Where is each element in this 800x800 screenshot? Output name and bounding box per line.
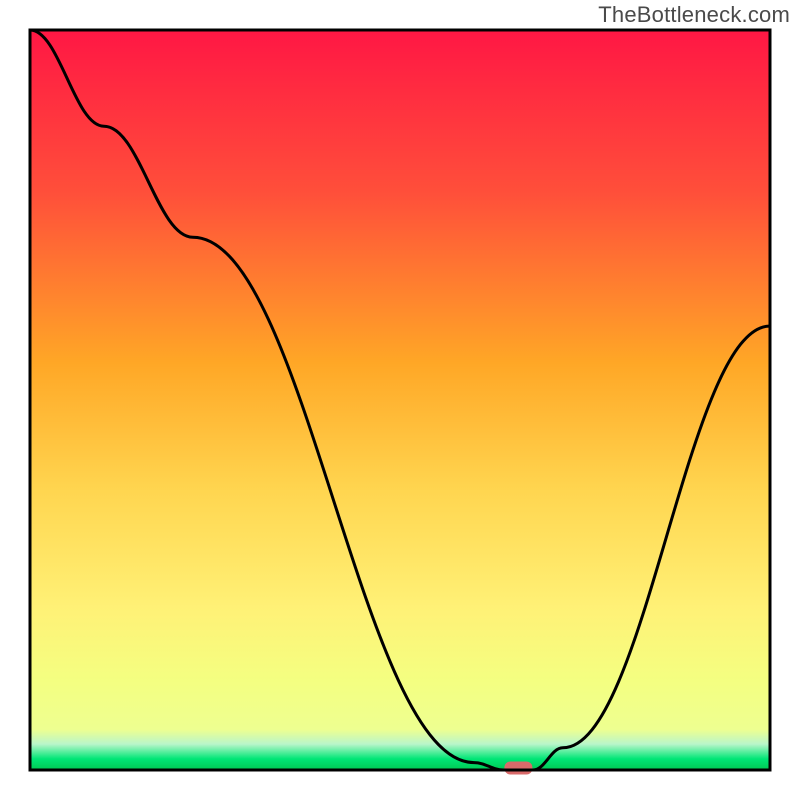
chart-svg [0, 0, 800, 800]
optimum-marker [504, 762, 532, 775]
watermark-text: TheBottleneck.com [598, 2, 790, 28]
plot-background [30, 30, 770, 770]
bottleneck-chart: TheBottleneck.com [0, 0, 800, 800]
